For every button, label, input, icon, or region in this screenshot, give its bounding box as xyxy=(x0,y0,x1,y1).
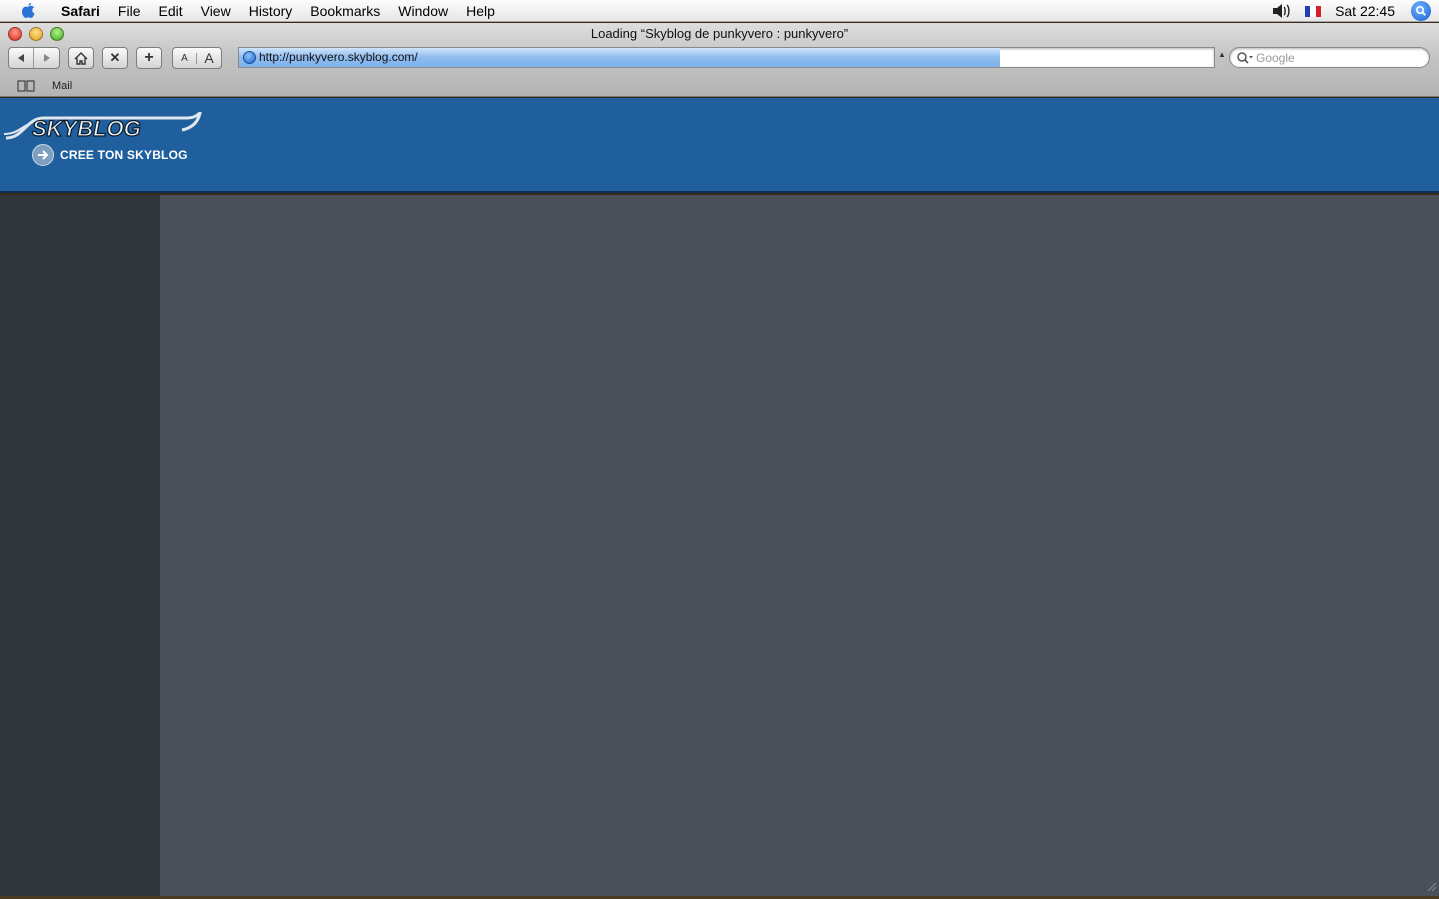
home-icon xyxy=(74,51,88,65)
stop-icon: ✕ xyxy=(109,50,121,65)
menu-help[interactable]: Help xyxy=(457,0,504,22)
address-bar[interactable]: http://punkyvero.skyblog.com/ xyxy=(238,47,1215,68)
page-main-content xyxy=(160,195,1439,896)
menu-bar: Safari File Edit View History Bookmarks … xyxy=(0,0,1439,22)
back-forward-group xyxy=(8,47,60,69)
bookmarks-bar: Mail xyxy=(0,75,1439,97)
search-placeholder: Google xyxy=(1256,50,1295,65)
menu-history[interactable]: History xyxy=(240,0,302,22)
show-all-bookmarks-icon[interactable] xyxy=(16,79,36,93)
text-size-group: A A xyxy=(172,47,222,69)
search-field[interactable]: Google xyxy=(1229,47,1430,68)
menu-view[interactable]: View xyxy=(192,0,240,22)
menu-file[interactable]: File xyxy=(109,0,150,22)
address-history-arrow-icon[interactable]: ▲ xyxy=(1218,50,1226,59)
menu-edit[interactable]: Edit xyxy=(149,0,191,22)
address-url: http://punkyvero.skyblog.com/ xyxy=(259,50,418,64)
add-bookmark-button[interactable]: + xyxy=(136,47,162,69)
arrow-circle-icon xyxy=(32,144,54,166)
smaller-text-button[interactable]: A xyxy=(173,52,198,64)
menu-bookmarks[interactable]: Bookmarks xyxy=(301,0,389,22)
home-button[interactable] xyxy=(68,47,94,69)
browser-window-chrome: Loading “Skyblog de punkyvero : punkyver… xyxy=(0,23,1439,97)
bookmark-mail[interactable]: Mail xyxy=(52,80,72,92)
menu-clock[interactable]: Sat 22:45 xyxy=(1335,3,1395,19)
volume-icon[interactable] xyxy=(1271,3,1293,19)
spotlight-icon[interactable] xyxy=(1411,1,1431,21)
stop-button[interactable]: ✕ xyxy=(102,47,128,69)
input-source-flag-icon[interactable] xyxy=(1305,5,1322,17)
search-icon[interactable] xyxy=(1236,51,1254,65)
toolbar: ✕ + A A xyxy=(8,46,222,70)
menu-window[interactable]: Window xyxy=(389,0,457,22)
back-arrow-icon xyxy=(18,54,24,62)
page-sidebar xyxy=(0,195,160,896)
forward-arrow-icon xyxy=(43,54,50,62)
create-skyblog-label: CREE TON SKYBLOG xyxy=(60,148,188,162)
add-icon: + xyxy=(144,49,154,66)
back-button[interactable] xyxy=(9,48,35,68)
larger-text-button[interactable]: A xyxy=(197,50,221,66)
create-skyblog-link[interactable]: CREE TON SKYBLOG xyxy=(32,144,188,166)
window-title: Loading “Skyblog de punkyvero : punkyver… xyxy=(590,26,849,41)
skyblog-header xyxy=(0,98,1439,193)
forward-button[interactable] xyxy=(34,48,59,68)
window-resize-grip-icon[interactable] xyxy=(1427,882,1437,892)
skyblog-logo[interactable]: SKYBLOG xyxy=(4,112,204,144)
globe-icon xyxy=(243,51,256,64)
skyblog-logo-text: SKYBLOG xyxy=(32,116,141,141)
apple-menu-icon[interactable] xyxy=(18,1,38,21)
menu-safari[interactable]: Safari xyxy=(52,0,109,22)
